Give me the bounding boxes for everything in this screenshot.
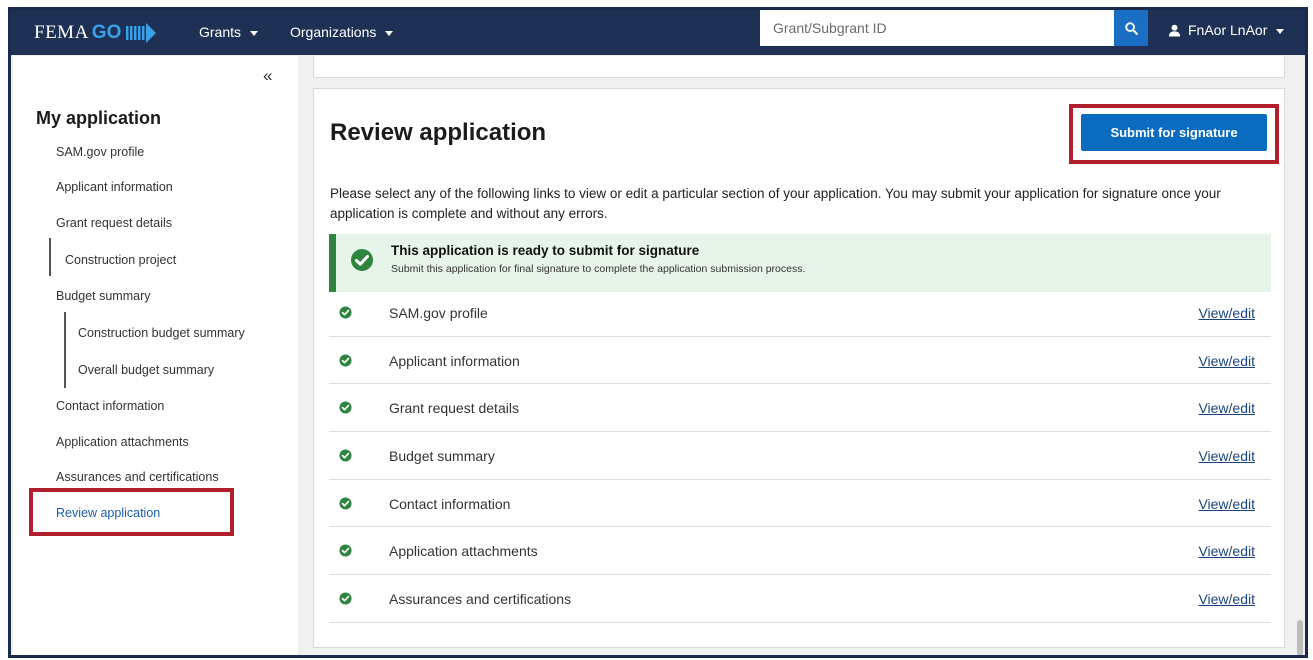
sidebar-item-overall-budget-summary[interactable]: Overall budget summary [78,363,214,377]
check-circle-icon [339,354,352,372]
sidebar-title: My application [36,108,162,128]
review-application-panel: Review application Submit for signature … [313,88,1285,648]
section-row-assurances-and-certifications: Assurances and certifications View/edit [329,575,1271,623]
section-label: SAM.gov profile [389,305,488,321]
highlight-box-submit-button [1069,104,1279,164]
sidebar-item-construction-project[interactable]: Construction project [65,253,176,267]
previous-section-card [313,56,1285,78]
brand-go-text: GO [91,22,122,43]
brand-bars-icon [126,23,157,43]
view-edit-link[interactable]: View/edit [1198,305,1255,321]
brand-fema-text: FEMA [34,22,89,43]
sidebar-item-grant-request-details[interactable]: Grant request details [56,216,172,230]
view-edit-link[interactable]: View/edit [1198,543,1255,559]
search-box [760,10,1116,46]
nav-grants-label: Grants [199,24,242,40]
section-label: Budget summary [389,448,495,465]
page-scrollbar[interactable] [1297,620,1303,655]
view-edit-link[interactable]: View/edit [1198,448,1255,464]
chevron-down-icon [250,30,259,36]
sidebar-item-budget-summary[interactable]: Budget summary [56,289,150,303]
user-name: FnAor LnAor [1188,22,1268,38]
nav-grants-menu[interactable]: Grants [199,24,259,40]
check-circle-icon [339,592,352,610]
view-edit-link[interactable]: View/edit [1198,400,1255,416]
user-menu[interactable]: FnAor LnAor [1168,22,1285,38]
section-label: Assurances and certifications [389,591,572,608]
instructions-text: Please select any of the following links… [330,186,1221,221]
view-edit-link[interactable]: View/edit [1198,353,1255,369]
check-circle-icon [339,449,352,467]
check-circle-icon [350,248,374,277]
top-navigation-bar: FEMA GO Grants Organizations Grant/Subgr… [11,10,1305,55]
user-icon [1168,24,1181,37]
section-row-budget-summary: Budget summary View/edit [329,432,1271,480]
fema-go-logo[interactable]: FEMA GO [34,21,157,45]
highlight-box-review-application [29,488,234,536]
section-label: Application attachments [389,543,538,560]
alert-subtitle: Submit this application for final signat… [391,263,806,275]
search-icon [1124,21,1138,35]
alert-title: This application is ready to submit for … [391,243,700,258]
section-row-applicant-information: Applicant information View/edit [329,337,1271,385]
sidebar-item-construction-budget-summary[interactable]: Construction budget summary [78,326,245,340]
section-row-grant-request-details: Grant request details View/edit [329,384,1271,433]
grant-id-search-input[interactable] [760,10,1116,46]
section-row-sam-gov-profile: SAM.gov profile View/edit [329,289,1271,337]
nav-organizations-menu[interactable]: Organizations [290,24,394,40]
check-circle-icon [339,401,352,419]
section-list: SAM.gov profile View/edit Applicant info… [329,289,1271,623]
sidebar-item-assurances-and-certifications[interactable]: Assurances and certifications [56,470,219,484]
sidebar-indent-line [64,312,66,388]
collapse-sidebar-icon[interactable]: « [263,66,272,86]
check-circle-icon [339,497,352,515]
search-button[interactable] [1114,10,1148,46]
sidebar-item-sam-gov-profile[interactable]: SAM.gov profile [56,145,144,159]
section-row-application-attachments: Application attachments View/edit [329,527,1271,576]
nav-organizations-label: Organizations [290,24,377,40]
sidebar-item-application-attachments[interactable]: Application attachments [56,435,189,449]
section-label: Contact information [389,495,511,512]
sidebar: « My application SAM.gov profile Applica… [13,56,298,655]
chevron-down-icon [1276,28,1285,34]
check-circle-icon [339,306,352,324]
section-label: Grant request details [389,400,519,417]
view-edit-link[interactable]: View/edit [1198,496,1255,512]
page-title: Review application [330,119,547,146]
section-row-contact-information: Contact information View/edit [329,480,1271,528]
sidebar-item-applicant-information[interactable]: Applicant information [56,180,173,194]
sidebar-item-contact-information[interactable]: Contact information [56,399,164,413]
section-label: Applicant information [389,352,520,369]
check-circle-icon [339,544,352,562]
app-window: FEMA GO Grants Organizations Grant/Subgr… [8,7,1308,658]
success-alert: This application is ready to submit for … [329,234,1271,292]
view-edit-link[interactable]: View/edit [1198,591,1255,607]
sidebar-indent-line [49,238,51,276]
chevron-down-icon [385,30,394,36]
